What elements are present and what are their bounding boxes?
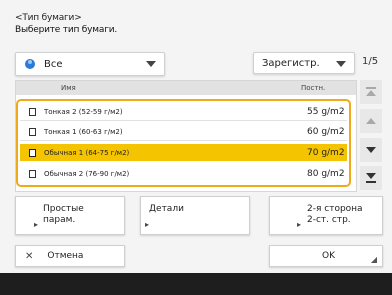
paper-type-table: Имя Постн. Тонкая 2 (52-59 г/м2) 55 g/m2… — [15, 80, 357, 192]
scroll-down-button[interactable] — [360, 138, 382, 162]
cancel-button[interactable]: ✕ Отмена — [15, 245, 125, 267]
paper-weight: 70 g/m2 — [307, 147, 345, 158]
second-side-label-2: 2-ст. стр. — [307, 215, 351, 225]
paper-weight: 80 g/m2 — [307, 168, 345, 179]
bottom-bar — [0, 273, 392, 295]
simple-settings-button[interactable]: Простые парам. ▸ — [15, 196, 125, 235]
sort-dropdown[interactable]: Зарегистр. — [253, 52, 355, 74]
paper-type-list: Тонкая 2 (52-59 г/м2) 55 g/m2 Тонкая 1 (… — [16, 99, 351, 187]
checkbox-icon — [29, 128, 36, 136]
list-item[interactable]: Тонкая 1 (60-63 г/м2) 60 g/m2 — [20, 124, 347, 141]
screen-title: <Тип бумаги> — [15, 13, 82, 23]
filter-selected-value: Все — [44, 58, 63, 70]
arrow-down-icon — [366, 147, 376, 153]
close-icon: ✕ — [25, 250, 34, 262]
scroll-to-top-icon — [366, 90, 376, 96]
paper-weight: 60 g/m2 — [307, 127, 345, 137]
paper-type-screen: <Тип бумаги> Выберите тип бумаги. Все За… — [0, 0, 392, 295]
paper-weight: 55 g/m2 — [307, 107, 345, 117]
scroll-controls — [360, 80, 382, 192]
sort-selected-value: Зарегистр. — [262, 57, 320, 69]
globe-icon — [25, 59, 35, 69]
second-side-label-1: 2-я сторона — [307, 204, 363, 214]
chevron-down-icon — [146, 61, 156, 67]
header: <Тип бумаги> Выберите тип бумаги. — [15, 12, 117, 36]
details-button[interactable]: Детали ▸ — [140, 196, 250, 235]
chevron-down-icon — [336, 61, 346, 67]
details-label: Детали — [149, 204, 184, 214]
list-item-selected[interactable]: Обычная 1 (64-75 г/м2) 70 g/m2 — [20, 144, 347, 161]
bottom-bar-icon — [366, 181, 376, 183]
column-header-name: Имя — [61, 84, 76, 92]
caret-icon: ▸ — [297, 220, 302, 229]
instruction-text: Выберите тип бумаги. — [15, 25, 118, 35]
paper-name: Обычная 2 (76-90 г/м2) — [44, 169, 130, 178]
paper-name: Тонкая 1 (60-63 г/м2) — [44, 128, 123, 136]
paper-name: Тонкая 2 (52-59 г/м2) — [44, 108, 123, 116]
scroll-bottom-button[interactable] — [360, 166, 382, 190]
paper-name: Обычная 1 (64-75 г/м2) — [44, 148, 130, 157]
simple-settings-label-1: Простые — [43, 204, 84, 214]
ok-button[interactable]: OK ◢ — [269, 245, 383, 267]
caret-icon: ▸ — [145, 220, 150, 229]
ok-label: OK — [322, 251, 335, 261]
second-side-button[interactable]: 2-я сторона 2-ст. стр. ▸ — [269, 196, 383, 235]
simple-settings-label-2: парам. — [43, 215, 76, 225]
corner-icon: ◢ — [370, 255, 377, 264]
list-item[interactable]: Тонкая 2 (52-59 г/м2) 55 g/m2 — [20, 104, 347, 121]
checkbox-icon — [29, 148, 36, 157]
arrow-up-icon — [366, 118, 376, 124]
checkbox-icon — [29, 108, 36, 116]
caret-icon: ▸ — [34, 220, 39, 229]
list-item[interactable]: Обычная 2 (76-90 г/м2) 80 g/m2 — [20, 165, 347, 182]
scroll-up-button[interactable] — [360, 109, 382, 133]
filter-dropdown[interactable]: Все — [15, 52, 165, 76]
scroll-to-bottom-icon — [366, 173, 376, 179]
checkbox-icon — [29, 169, 36, 178]
cancel-label: Отмена — [47, 251, 84, 261]
page-indicator: 1/5 — [362, 56, 379, 67]
top-bar-icon — [366, 87, 376, 89]
column-header-density: Постн. — [301, 84, 326, 92]
table-header: Имя Постн. — [16, 81, 356, 95]
scroll-top-button[interactable] — [360, 80, 382, 104]
